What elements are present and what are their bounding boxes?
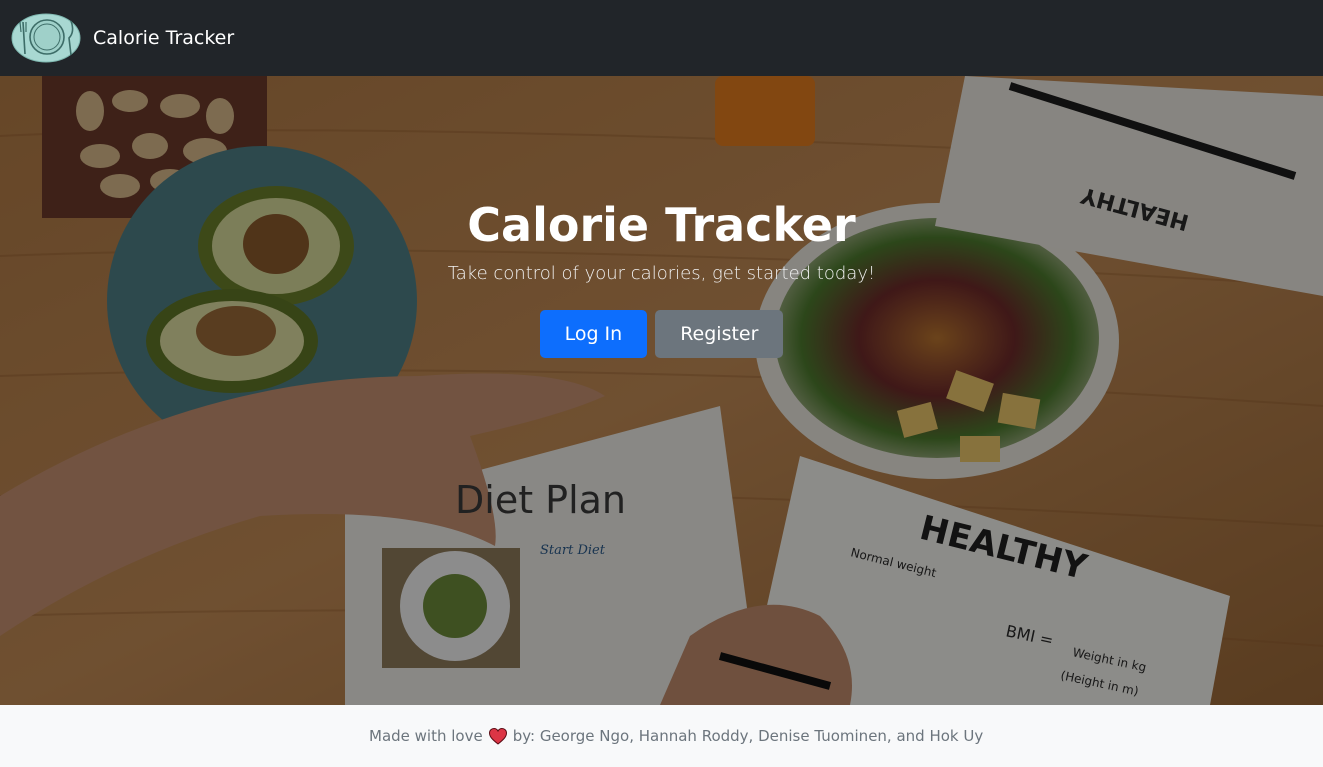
hero-actions: Log In Register [0, 310, 1323, 359]
hero-section: Diet Plan Start Diet HEALTHY Normal weig… [0, 76, 1323, 705]
top-navbar: Calorie Tracker [0, 0, 1323, 76]
login-button[interactable]: Log In [539, 310, 648, 359]
register-button[interactable]: Register [655, 310, 784, 359]
heart-icon [488, 727, 507, 745]
footer-prefix: Made with love [369, 727, 483, 745]
plate-logo-icon [11, 13, 81, 63]
hero-subtitle: Take control of your calories, get start… [447, 263, 876, 285]
hero-dark-overlay [0, 76, 1323, 705]
footer-authors: by: George Ngo, Hannah Roddy, Denise Tuo… [512, 727, 984, 745]
brand-name: Calorie Tracker [93, 27, 235, 49]
footer-credits: Made with love by: George Ngo, Hannah Ro… [369, 727, 983, 745]
hero-title: Calorie Tracker [467, 198, 856, 252]
page-footer: Made with love by: George Ngo, Hannah Ro… [0, 705, 1323, 767]
brand-link[interactable]: Calorie Tracker [11, 12, 234, 64]
hero-content: Calorie Tracker Take control of your cal… [0, 198, 1323, 359]
